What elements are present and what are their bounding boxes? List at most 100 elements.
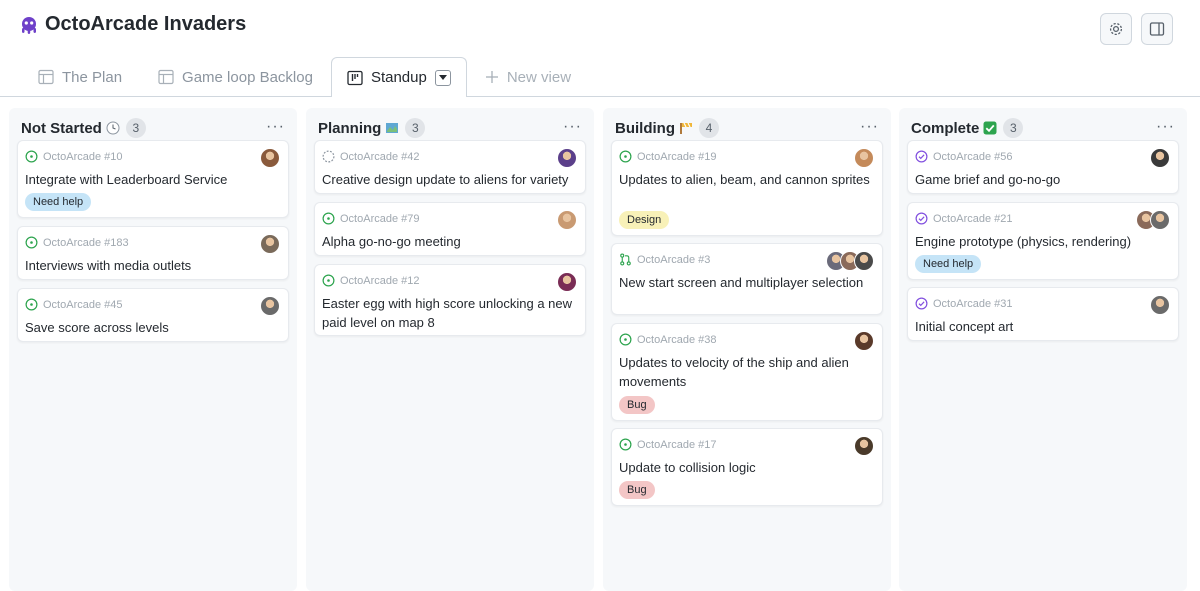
- avatar[interactable]: [1150, 210, 1170, 230]
- column-options-button[interactable]: ···: [266, 118, 285, 136]
- tab-the-plan[interactable]: The Plan: [20, 57, 140, 97]
- board-card[interactable]: OctoArcade #56 Game brief and go-no-go: [907, 140, 1179, 194]
- card-title[interactable]: Initial concept art: [915, 317, 1168, 336]
- card-title[interactable]: Interviews with media outlets: [25, 256, 278, 275]
- issue-reference[interactable]: OctoArcade #12: [340, 275, 420, 287]
- side-panel-button[interactable]: [1141, 13, 1173, 45]
- issue-reference[interactable]: OctoArcade #56: [933, 151, 1013, 163]
- label-need-help[interactable]: Need help: [915, 255, 982, 273]
- label-design[interactable]: Design: [619, 211, 670, 229]
- card-title[interactable]: Game brief and go-no-go: [915, 170, 1168, 189]
- assignee-avatars: [854, 148, 874, 168]
- column-options-button[interactable]: ···: [860, 118, 879, 136]
- assignee-avatars: [260, 296, 280, 316]
- avatar[interactable]: [854, 436, 874, 456]
- card-title[interactable]: Save score across levels: [25, 318, 278, 337]
- issue-reference[interactable]: OctoArcade #21: [933, 213, 1013, 225]
- assignee-avatars: [1150, 295, 1170, 315]
- column-options-button[interactable]: ···: [563, 118, 582, 136]
- issue-reference[interactable]: OctoArcade #10: [43, 151, 123, 163]
- issue-reference[interactable]: OctoArcade #19: [637, 151, 717, 163]
- issue-reference[interactable]: OctoArcade #183: [43, 237, 129, 249]
- board-column: Building 4 ··· OctoArcade #19 Updates to ali…: [603, 108, 891, 591]
- avatar[interactable]: [1150, 295, 1170, 315]
- column-options-button[interactable]: ···: [1156, 118, 1175, 136]
- avatar[interactable]: [854, 251, 874, 271]
- avatar[interactable]: [1150, 148, 1170, 168]
- board-card[interactable]: OctoArcade #42 Creative design update to …: [314, 140, 586, 194]
- closed-issue-icon: [915, 212, 928, 225]
- board-card[interactable]: OctoArcade #183 Interviews with media out…: [17, 226, 289, 280]
- view-options-dropdown[interactable]: [434, 69, 451, 86]
- column-count-badge: 3: [405, 118, 426, 138]
- card-title[interactable]: Alpha go-no-go meeting: [322, 232, 575, 251]
- column-emoji: [679, 121, 693, 135]
- project-header: OctoArcade Invaders The Plan Game loop B…: [0, 0, 1200, 98]
- avatar[interactable]: [557, 272, 577, 292]
- open-issue-icon: [322, 212, 335, 225]
- triangle-down-icon: [438, 74, 447, 80]
- draft-issue-icon: [322, 150, 335, 163]
- label-need-help[interactable]: Need help: [25, 193, 92, 211]
- board-card[interactable]: OctoArcade #31 Initial concept art: [907, 287, 1179, 341]
- assignee-avatars: [557, 272, 577, 292]
- issue-reference[interactable]: OctoArcade #17: [637, 439, 717, 451]
- board-card[interactable]: OctoArcade #38 Updates to velocity of the…: [611, 323, 883, 421]
- open-issue-icon: [619, 150, 632, 163]
- card-title[interactable]: New start screen and multiplayer selecti…: [619, 273, 872, 292]
- board-card[interactable]: OctoArcade #21 Engine prototype (physics,…: [907, 202, 1179, 280]
- avatar[interactable]: [260, 296, 280, 316]
- pull-request-icon: [620, 253, 631, 266]
- issue-reference[interactable]: OctoArcade #45: [43, 299, 123, 311]
- board-card[interactable]: OctoArcade #17 Update to collision logic B…: [611, 428, 883, 506]
- closed-issue-icon: [915, 297, 928, 310]
- avatar[interactable]: [854, 148, 874, 168]
- card-meta: OctoArcade #12: [322, 274, 420, 287]
- card-title[interactable]: Update to collision logic: [619, 458, 872, 477]
- new-view-button[interactable]: New view: [467, 57, 589, 97]
- board-card[interactable]: OctoArcade #10 Integrate with Leaderboard…: [17, 140, 289, 218]
- issue-reference[interactable]: OctoArcade #42: [340, 151, 420, 163]
- issue-reference[interactable]: OctoArcade #3: [637, 254, 710, 266]
- card-meta: OctoArcade #31: [915, 297, 1013, 310]
- card-meta: OctoArcade #45: [25, 298, 123, 311]
- column-title: Building: [615, 119, 675, 137]
- avatar[interactable]: [260, 148, 280, 168]
- map-emoji-icon: [386, 123, 399, 133]
- avatar[interactable]: [854, 331, 874, 351]
- tab-standup[interactable]: Standup: [330, 57, 467, 98]
- label-bug[interactable]: Bug: [619, 396, 655, 414]
- column-header: Complete 3 ···: [911, 117, 1179, 139]
- card-meta: OctoArcade #17: [619, 438, 717, 451]
- card-meta: OctoArcade #183: [25, 236, 129, 249]
- column-header: Planning 3 ···: [318, 117, 586, 139]
- side-panel-icon: [1149, 22, 1165, 36]
- card-title[interactable]: Engine prototype (physics, rendering): [915, 232, 1168, 251]
- assignee-avatars: [557, 210, 577, 230]
- card-title[interactable]: Creative design update to aliens for var…: [322, 170, 575, 189]
- label-bug[interactable]: Bug: [619, 481, 655, 499]
- board-card[interactable]: OctoArcade #79 Alpha go-no-go meeting: [314, 202, 586, 256]
- avatar[interactable]: [557, 148, 577, 168]
- card-title[interactable]: Integrate with Leaderboard Service: [25, 170, 278, 189]
- assignee-avatars: [557, 148, 577, 168]
- board-card[interactable]: OctoArcade #3 New start screen and multip…: [611, 243, 883, 315]
- card-title[interactable]: Easter egg with high score unlocking a n…: [322, 294, 575, 332]
- assignee-avatars: [854, 331, 874, 351]
- tab-game-loop-backlog[interactable]: Game loop Backlog: [140, 57, 331, 97]
- avatar[interactable]: [557, 210, 577, 230]
- settings-button[interactable]: [1100, 13, 1132, 45]
- board-card[interactable]: OctoArcade #12 Easter egg with high score…: [314, 264, 586, 336]
- board-card[interactable]: OctoArcade #45 Save score across levels: [17, 288, 289, 342]
- open-issue-icon: [25, 298, 38, 311]
- issue-reference[interactable]: OctoArcade #79: [340, 213, 420, 225]
- plus-icon: [485, 71, 498, 83]
- issue-reference[interactable]: OctoArcade #38: [637, 334, 717, 346]
- card-title[interactable]: Updates to alien, beam, and cannon sprit…: [619, 170, 872, 189]
- avatar[interactable]: [260, 234, 280, 254]
- card-title[interactable]: Updates to velocity of the ship and alie…: [619, 353, 872, 391]
- board-column: Complete 3 ··· OctoArcade #56 Game brief and…: [899, 108, 1187, 591]
- board-card[interactable]: OctoArcade #19 Updates to alien, beam, an…: [611, 140, 883, 236]
- issue-reference[interactable]: OctoArcade #31: [933, 298, 1013, 310]
- tab-label: New view: [506, 68, 572, 86]
